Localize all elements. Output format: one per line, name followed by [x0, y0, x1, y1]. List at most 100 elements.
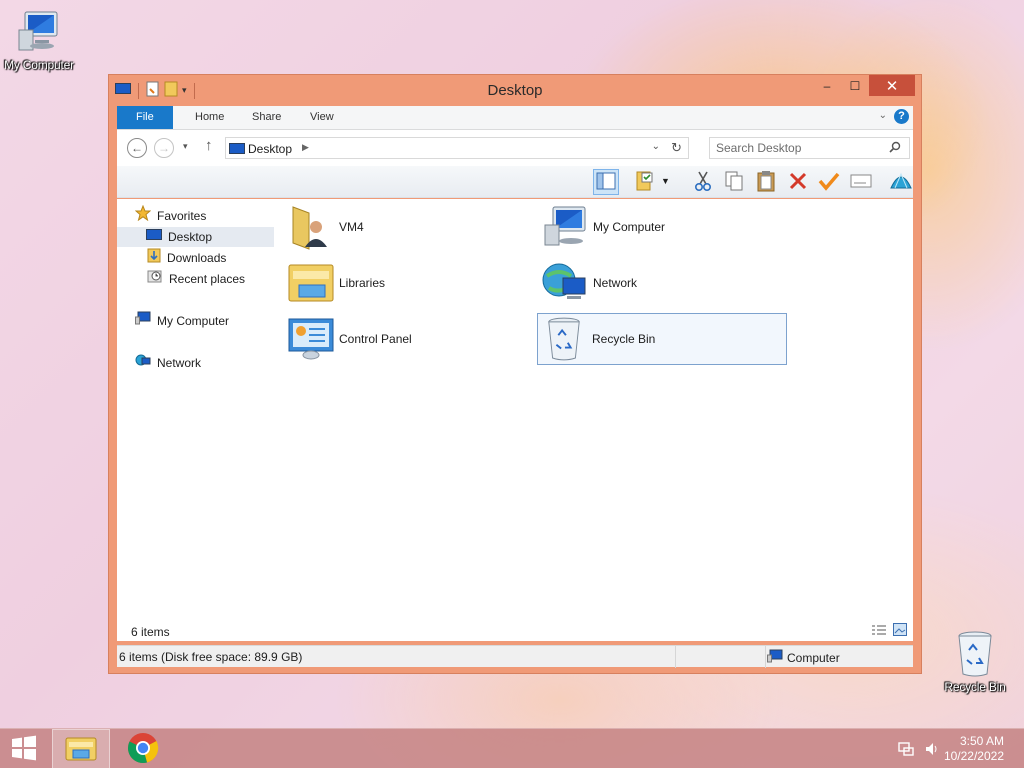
computer-icon — [15, 8, 63, 56]
up-arrow-icon[interactable]: ↑ — [205, 137, 213, 154]
nav-my-computer[interactable]: My Computer — [135, 311, 229, 331]
main-pane: Favorites Desktop Downloads Recent place… — [117, 199, 913, 639]
status-text: 6 items (Disk free space: 89.9 GB) — [119, 650, 303, 664]
title-bar[interactable]: ▾ Desktop – ☐ ✕ — [109, 75, 921, 105]
tab-home[interactable]: Home — [181, 106, 238, 129]
desktop-icon-label: Recycle Bin — [944, 680, 1006, 694]
tab-share[interactable]: Share — [238, 106, 295, 129]
nav-downloads[interactable]: Downloads — [147, 248, 226, 268]
address-bar[interactable]: Desktop ▶ ⌄ ↻ — [225, 137, 689, 159]
chevron-down-icon[interactable]: ⌄ — [652, 141, 660, 152]
address-location[interactable]: Desktop — [248, 142, 292, 156]
nav-recent-places[interactable]: Recent places — [147, 269, 245, 289]
large-icons-view-icon[interactable] — [893, 623, 907, 639]
start-icon — [11, 735, 37, 764]
clock[interactable]: 3:50 AM 10/22/2022 — [944, 734, 1004, 764]
refresh-icon[interactable]: ↻ — [671, 140, 682, 156]
help-icon[interactable]: ? — [894, 109, 909, 124]
nav-favorites[interactable]: Favorites — [134, 204, 207, 227]
copy-icon — [724, 170, 744, 195]
tab-file[interactable]: File — [117, 106, 173, 129]
details-view-icon[interactable] — [871, 624, 887, 639]
volume-icon[interactable] — [924, 741, 940, 760]
start-button[interactable] — [4, 729, 44, 768]
item-recycle-bin[interactable]: Recycle Bin — [537, 313, 787, 365]
search-box[interactable] — [709, 137, 910, 159]
chevron-down-icon[interactable]: ▼ — [661, 176, 670, 186]
search-input[interactable] — [716, 141, 881, 155]
item-name: My Computer — [593, 220, 666, 234]
back-arrow-icon: ← — [131, 141, 143, 155]
forward-button[interactable]: → — [154, 138, 174, 158]
cut-button[interactable] — [690, 169, 716, 195]
divider — [765, 646, 766, 668]
shell-button[interactable] — [888, 169, 914, 195]
status-zone: Computer — [767, 649, 840, 666]
desktop-icon-recycle-bin[interactable]: Recycle Bin — [930, 630, 1020, 694]
tab-view[interactable]: View — [296, 106, 348, 129]
search-icon[interactable] — [889, 141, 901, 156]
check-button[interactable] — [816, 169, 842, 195]
recent-locations-icon[interactable]: ▾ — [183, 141, 188, 152]
window-controls: – ☐ ✕ — [813, 75, 915, 96]
desktop-icon-my-computer[interactable]: My Computer — [0, 8, 84, 72]
file-explorer-icon — [65, 734, 97, 765]
nav-label: Favorites — [157, 209, 207, 223]
taskbar: 3:50 AM 10/22/2022 — [0, 728, 1024, 768]
nav-desktop[interactable]: Desktop — [117, 227, 274, 247]
properties-button[interactable] — [633, 169, 659, 195]
clock-time: 3:50 AM — [959, 734, 1004, 748]
properties-icon — [635, 170, 657, 195]
clock-date: 10/22/2022 — [943, 749, 1004, 763]
computer-icon — [539, 201, 591, 253]
copy-button[interactable] — [721, 169, 747, 195]
nav-label: Downloads — [167, 251, 227, 265]
paste-icon — [756, 170, 776, 195]
desktop-icon-label: My Computer — [4, 58, 74, 72]
expand-ribbon-icon[interactable]: ⌄ — [879, 110, 887, 121]
back-button[interactable]: ← — [127, 138, 147, 158]
nav-network[interactable]: Network — [135, 353, 201, 373]
network-icon — [135, 353, 151, 373]
close-button[interactable]: ✕ — [869, 75, 915, 96]
computer-icon — [229, 143, 245, 158]
taskbar-file-explorer[interactable] — [52, 729, 110, 768]
nav-label: My Computer — [157, 314, 230, 328]
shell-icon — [889, 170, 913, 195]
cut-icon — [694, 170, 712, 195]
forward-arrow-icon: → — [158, 141, 170, 155]
status-bar: 6 items (Disk free space: 89.9 GB) Compu… — [117, 645, 913, 668]
item-count: 6 items — [131, 625, 170, 639]
navigation-pane: Favorites Desktop Downloads Recent place… — [117, 199, 277, 639]
item-name: Recycle Bin — [592, 332, 656, 346]
network-tray-icon[interactable] — [898, 741, 914, 760]
layout-pane-button[interactable] — [593, 169, 619, 195]
status-zone-label: Computer — [787, 650, 840, 665]
item-vm4[interactable]: VM4 — [285, 201, 535, 253]
nav-label: Network — [157, 356, 202, 370]
libraries-icon — [285, 257, 337, 309]
address-row: ← → ▾ ↑ Desktop ▶ ⌄ ↻ — [117, 130, 913, 166]
item-network[interactable]: Network — [539, 257, 789, 309]
system-tray — [898, 741, 940, 760]
rename-button[interactable] — [848, 169, 874, 195]
item-name: Control Panel — [339, 332, 412, 346]
computer-icon — [146, 227, 162, 247]
item-name: Libraries — [339, 276, 386, 290]
item-my-computer[interactable]: My Computer — [539, 201, 789, 253]
item-count-bar: 6 items — [117, 619, 913, 641]
explorer-window: ▾ Desktop – ☐ ✕ File Home Share View ⌄ ?… — [108, 74, 922, 674]
item-libraries[interactable]: Libraries — [285, 257, 535, 309]
paste-button[interactable] — [753, 169, 779, 195]
taskbar-chrome[interactable] — [118, 729, 168, 768]
chrome-icon — [127, 732, 159, 767]
item-control-panel[interactable]: Control Panel — [285, 313, 535, 365]
computer-icon — [767, 649, 783, 666]
maximize-button[interactable]: ☐ — [841, 75, 869, 96]
breadcrumb-arrow-icon[interactable]: ▶ — [302, 142, 309, 153]
downloads-icon — [147, 247, 161, 269]
delete-button[interactable] — [785, 169, 811, 195]
minimize-button[interactable]: – — [813, 75, 841, 96]
recycle-bin-icon — [955, 630, 995, 678]
star-icon — [134, 204, 152, 227]
